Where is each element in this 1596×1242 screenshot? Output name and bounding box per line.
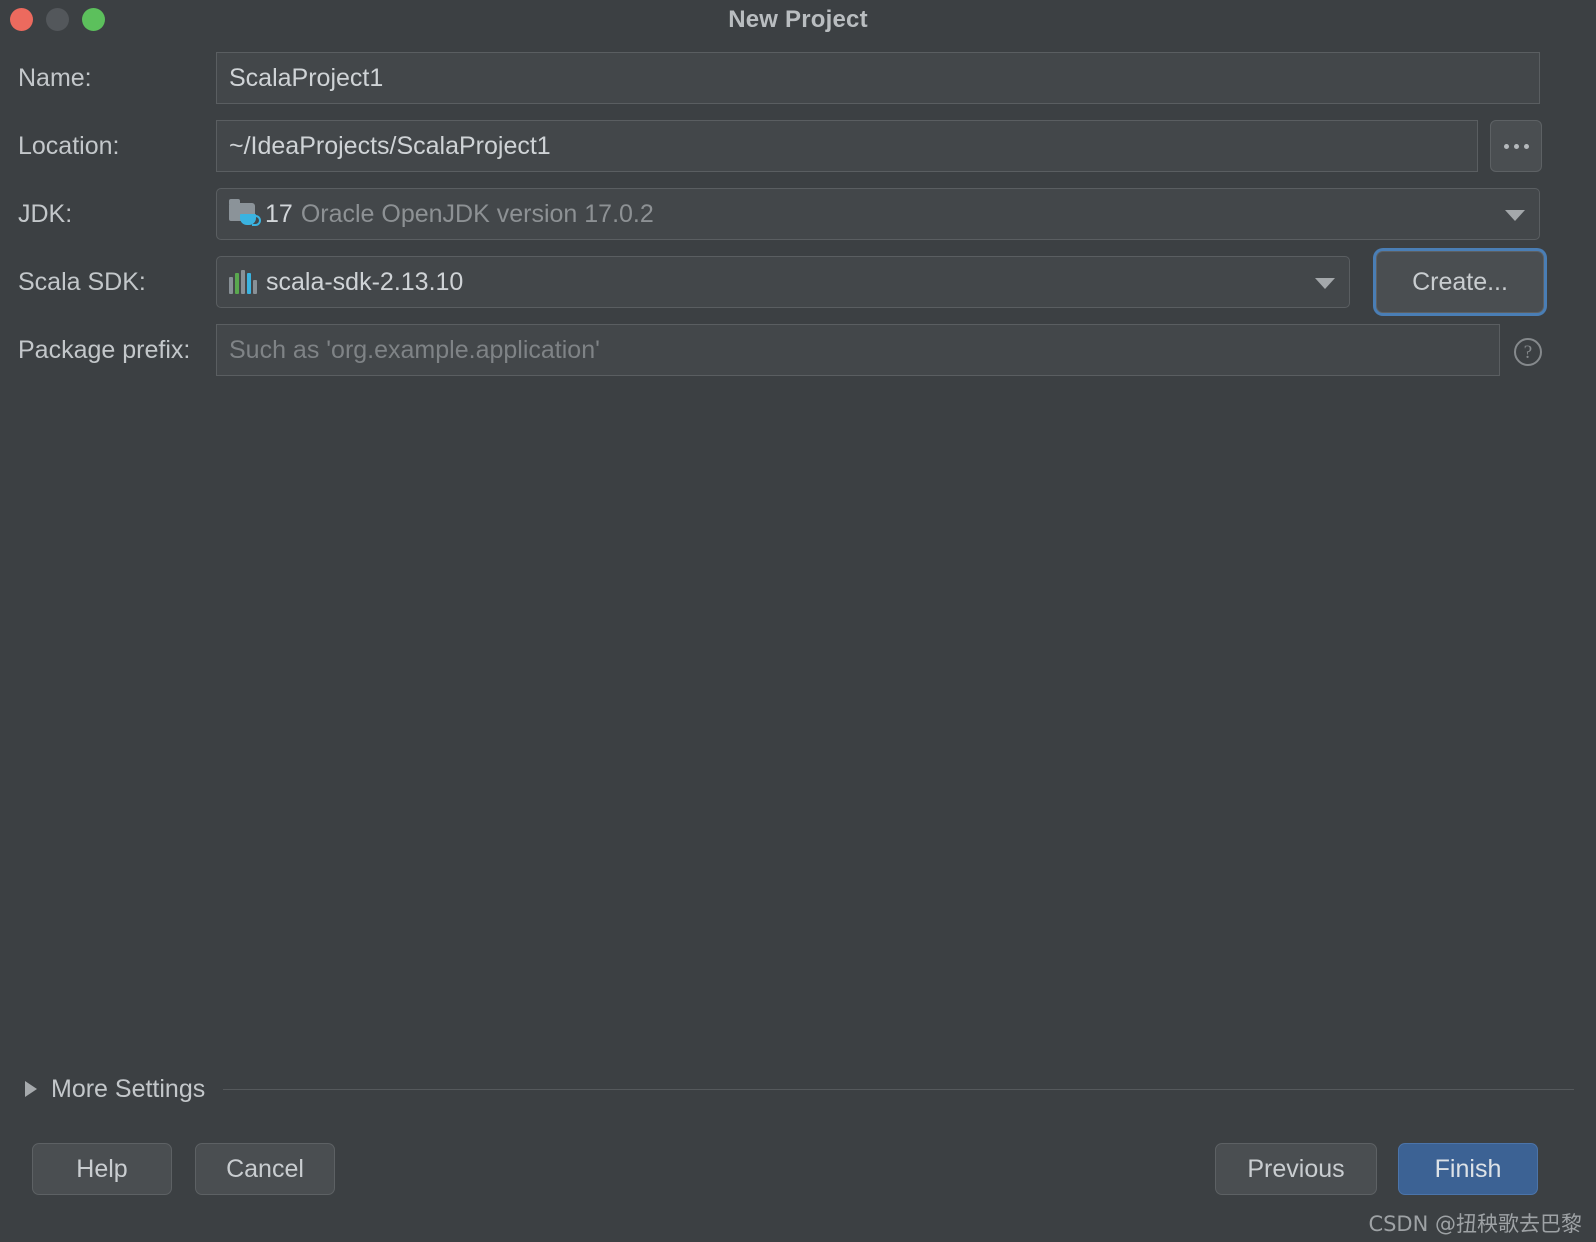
location-label: Location: — [18, 132, 120, 160]
location-browse-button[interactable] — [1490, 120, 1542, 172]
chevron-down-icon[interactable] — [1315, 278, 1335, 289]
ellipsis-dot-icon — [1513, 143, 1519, 149]
finish-button[interactable]: Finish — [1398, 1143, 1538, 1195]
name-row: Name: ScalaProject1 — [0, 52, 1596, 104]
package-prefix-label: Package prefix: — [18, 336, 191, 364]
previous-button[interactable]: Previous — [1215, 1143, 1377, 1195]
scala-bars-icon — [229, 270, 257, 294]
scala-sdk-row: Scala SDK: scala-sdk-2.13.10 Create... — [0, 251, 1596, 313]
window-title: New Project — [728, 6, 868, 33]
package-prefix-row: Package prefix: Such as 'org.example.app… — [0, 324, 1596, 376]
more-settings-section[interactable]: More Settings — [0, 1063, 1596, 1115]
package-prefix-help-icon[interactable]: ? — [1514, 338, 1542, 366]
separator-line — [223, 1088, 1574, 1090]
ellipsis-dot-icon — [1523, 143, 1529, 149]
watermark: CSDN @扭秧歌去巴黎 — [1368, 1212, 1582, 1236]
scala-sdk-combobox[interactable]: scala-sdk-2.13.10 — [216, 256, 1350, 308]
package-prefix-input[interactable]: Such as 'org.example.application' — [216, 324, 1500, 376]
help-button[interactable]: Help — [32, 1143, 172, 1195]
location-row: Location: ~/IdeaProjects/ScalaProject1 — [0, 120, 1596, 172]
more-settings-label: More Settings — [51, 1074, 206, 1103]
jdk-folder-coffee-icon — [229, 199, 261, 227]
create-scala-sdk-button[interactable]: Create... — [1376, 251, 1544, 313]
location-input[interactable]: ~/IdeaProjects/ScalaProject1 — [216, 120, 1478, 172]
name-input[interactable]: ScalaProject1 — [216, 52, 1540, 104]
ellipsis-dot-icon — [1503, 143, 1509, 149]
jdk-row: JDK: 17 Oracle OpenJDK version 17.0.2 — [0, 188, 1596, 240]
scala-sdk-label: Scala SDK: — [18, 268, 146, 296]
package-prefix-placeholder: Such as 'org.example.application' — [229, 335, 600, 364]
jdk-description: Oracle OpenJDK version 17.0.2 — [300, 199, 654, 228]
chevron-down-icon[interactable] — [1505, 210, 1525, 221]
chevron-right-icon[interactable] — [25, 1081, 37, 1097]
cancel-button[interactable]: Cancel — [195, 1143, 335, 1195]
jdk-combobox[interactable]: 17 Oracle OpenJDK version 17.0.2 — [216, 188, 1540, 240]
name-label: Name: — [18, 64, 92, 92]
title-bar: New Project — [0, 0, 1596, 40]
jdk-label: JDK: — [18, 200, 73, 228]
scala-sdk-value: scala-sdk-2.13.10 — [266, 267, 464, 296]
new-project-form: Name: ScalaProject1 Location: ~/IdeaProj… — [0, 52, 1596, 392]
location-input-value: ~/IdeaProjects/ScalaProject1 — [229, 131, 551, 160]
name-input-value: ScalaProject1 — [229, 63, 384, 92]
jdk-version: 17 — [265, 199, 293, 228]
